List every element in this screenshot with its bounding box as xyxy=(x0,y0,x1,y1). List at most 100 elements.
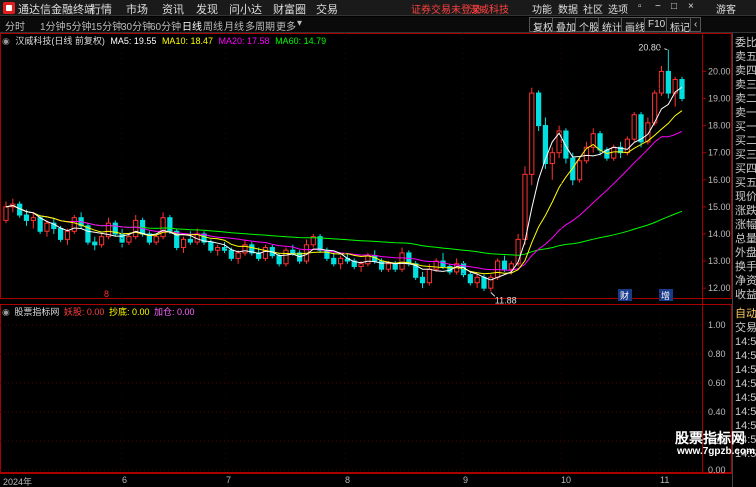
label-bid-ratio: 委比 xyxy=(735,37,756,49)
candle-body xyxy=(535,92,542,127)
ma20-value: MA20: 17.58 xyxy=(218,36,270,46)
candle-body xyxy=(481,276,487,289)
candle-body xyxy=(597,133,603,151)
menu-options[interactable]: 选项 xyxy=(608,1,628,16)
candle-body xyxy=(290,249,296,254)
high-price-label: 20.80 xyxy=(638,43,661,53)
period-5min[interactable]: 5分钟 xyxy=(66,18,92,33)
menu-quotes[interactable]: 行情 xyxy=(90,1,112,17)
price-tick-label: 14.00 xyxy=(708,229,731,239)
app-title: 通达信金融终端 xyxy=(18,4,95,16)
kline-chart[interactable]: 20.00 19.00 18.00 17.00 16.00 15.00 14.00 13.00… xyxy=(0,33,732,473)
date-axis: 2024年 6 7 8 9 10 11 xyxy=(0,473,732,487)
label-ask2: 卖二 xyxy=(735,93,756,105)
low-price-label: 11.88 xyxy=(495,295,517,305)
candle-body xyxy=(167,217,173,232)
menu-ask[interactable]: 问小达 xyxy=(229,1,262,17)
minimize-icon[interactable]: − xyxy=(655,1,661,12)
candle-body xyxy=(399,252,405,270)
x-label-aug: 8 xyxy=(345,475,351,485)
menu-discover[interactable]: 发现 xyxy=(196,1,218,17)
candle-body xyxy=(262,247,269,259)
dropdown-circle-icon[interactable]: ◉ xyxy=(2,307,10,317)
indicator-a-value: 妖股: 0.00 xyxy=(63,307,105,317)
period-60min[interactable]: 60分钟 xyxy=(150,18,181,33)
candle-body xyxy=(570,157,576,181)
label-net-assets: 净资 xyxy=(735,275,756,287)
period-multi[interactable]: 多周期 xyxy=(245,18,275,33)
maximize-icon[interactable]: □ xyxy=(671,1,677,12)
candle-body xyxy=(160,217,166,238)
restore-window-icon[interactable]: ▫ xyxy=(638,1,642,12)
label-change: 涨跌 xyxy=(735,205,756,217)
period-daily[interactable]: 日线 xyxy=(182,18,202,33)
period-weekly[interactable]: 周线 xyxy=(203,18,223,33)
candle-body xyxy=(419,276,426,284)
ma10-value: MA10: 18.47 xyxy=(161,36,213,46)
guest-label[interactable]: 游客 xyxy=(716,1,736,16)
candle-body xyxy=(474,276,480,284)
stock-chart-name: 汉威科技(日线 前复权) xyxy=(15,36,105,46)
menu-community[interactable]: 社区 xyxy=(583,1,603,16)
candle-body xyxy=(228,249,234,259)
candle-body xyxy=(187,238,193,243)
indicator-c-value: 加仓: 0.00 xyxy=(154,307,195,317)
candle-body xyxy=(426,268,432,284)
price-tick-label: 16.00 xyxy=(708,175,731,185)
dropdown-circle-icon[interactable]: ◉ xyxy=(2,36,10,46)
menu-data[interactable]: 数据 xyxy=(558,1,578,16)
period-monthly[interactable]: 月线 xyxy=(224,18,244,33)
trade-time: 14:56 xyxy=(735,336,756,348)
indicator-tick-label: 0.60 xyxy=(708,378,726,388)
x-label-jul: 7 xyxy=(226,475,232,485)
chevron-down-icon[interactable]: ▾ xyxy=(297,18,302,29)
indicator-tick-label: 0.80 xyxy=(708,349,726,359)
menu-news[interactable]: 资讯 xyxy=(162,1,184,17)
indicator-tick-label: 1.00 xyxy=(708,320,726,330)
menu-trade[interactable]: 交易 xyxy=(316,1,338,17)
indicator-b-value: 抄底: 0.00 xyxy=(108,307,150,317)
period-1min[interactable]: 1分钟 xyxy=(40,18,66,33)
period-30min[interactable]: 30分钟 xyxy=(121,18,152,33)
candle-body xyxy=(37,217,43,232)
candle-body xyxy=(624,138,630,154)
period-more[interactable]: 更多 xyxy=(276,18,296,33)
candle-body xyxy=(324,249,330,259)
title-bar: 通达信金融终端 行情 市场 资讯 发现 问小达 财富圈 交易 证券交易未登录 汉… xyxy=(0,0,756,16)
trade-label[interactable]: 交易 xyxy=(735,322,756,335)
trade-time: 14:56 xyxy=(735,392,756,404)
label-ask1: 卖一 xyxy=(735,107,756,119)
candle-body xyxy=(23,214,30,221)
x-label-sep: 9 xyxy=(463,475,469,485)
price-tick-label: 13.00 xyxy=(708,256,731,266)
candle-body xyxy=(549,152,555,165)
menu-wealth[interactable]: 财富圈 xyxy=(273,1,306,17)
label-price: 现价 xyxy=(735,191,756,203)
trade-time: 14:56 xyxy=(735,350,756,362)
candle-body xyxy=(337,257,344,265)
indicator-name[interactable]: 股票指标网 xyxy=(14,307,59,317)
menu-function[interactable]: 功能 xyxy=(532,1,552,16)
candle-body xyxy=(133,219,139,238)
candle-body xyxy=(365,255,371,265)
collapse-icon[interactable]: ‹ xyxy=(690,17,702,32)
candle-body xyxy=(433,260,439,270)
ma5-line xyxy=(5,86,683,281)
close-icon[interactable]: × xyxy=(688,1,694,12)
period-15min[interactable]: 15分钟 xyxy=(91,18,122,33)
period-toolbar: 分时 1分钟 5分钟 15分钟 30分钟 60分钟 日线 周线 月线 多周期 更… xyxy=(0,17,756,34)
period-intraday[interactable]: 分时 xyxy=(5,18,25,33)
finance-marker: 财 xyxy=(620,290,629,301)
candle-body xyxy=(126,236,132,243)
trade-time: 14:56 xyxy=(735,378,756,390)
candle-body xyxy=(208,241,214,251)
candle-body xyxy=(58,228,64,240)
trade-time: 14:56 xyxy=(735,406,756,418)
menu-market[interactable]: 市场 xyxy=(126,1,148,17)
auto-label[interactable]: 自动 xyxy=(735,308,756,321)
candle-body xyxy=(92,241,98,246)
candle-body xyxy=(658,70,665,94)
candle-body xyxy=(679,79,685,99)
label-earnings: 收益 xyxy=(735,289,756,301)
candle-body xyxy=(522,173,528,240)
